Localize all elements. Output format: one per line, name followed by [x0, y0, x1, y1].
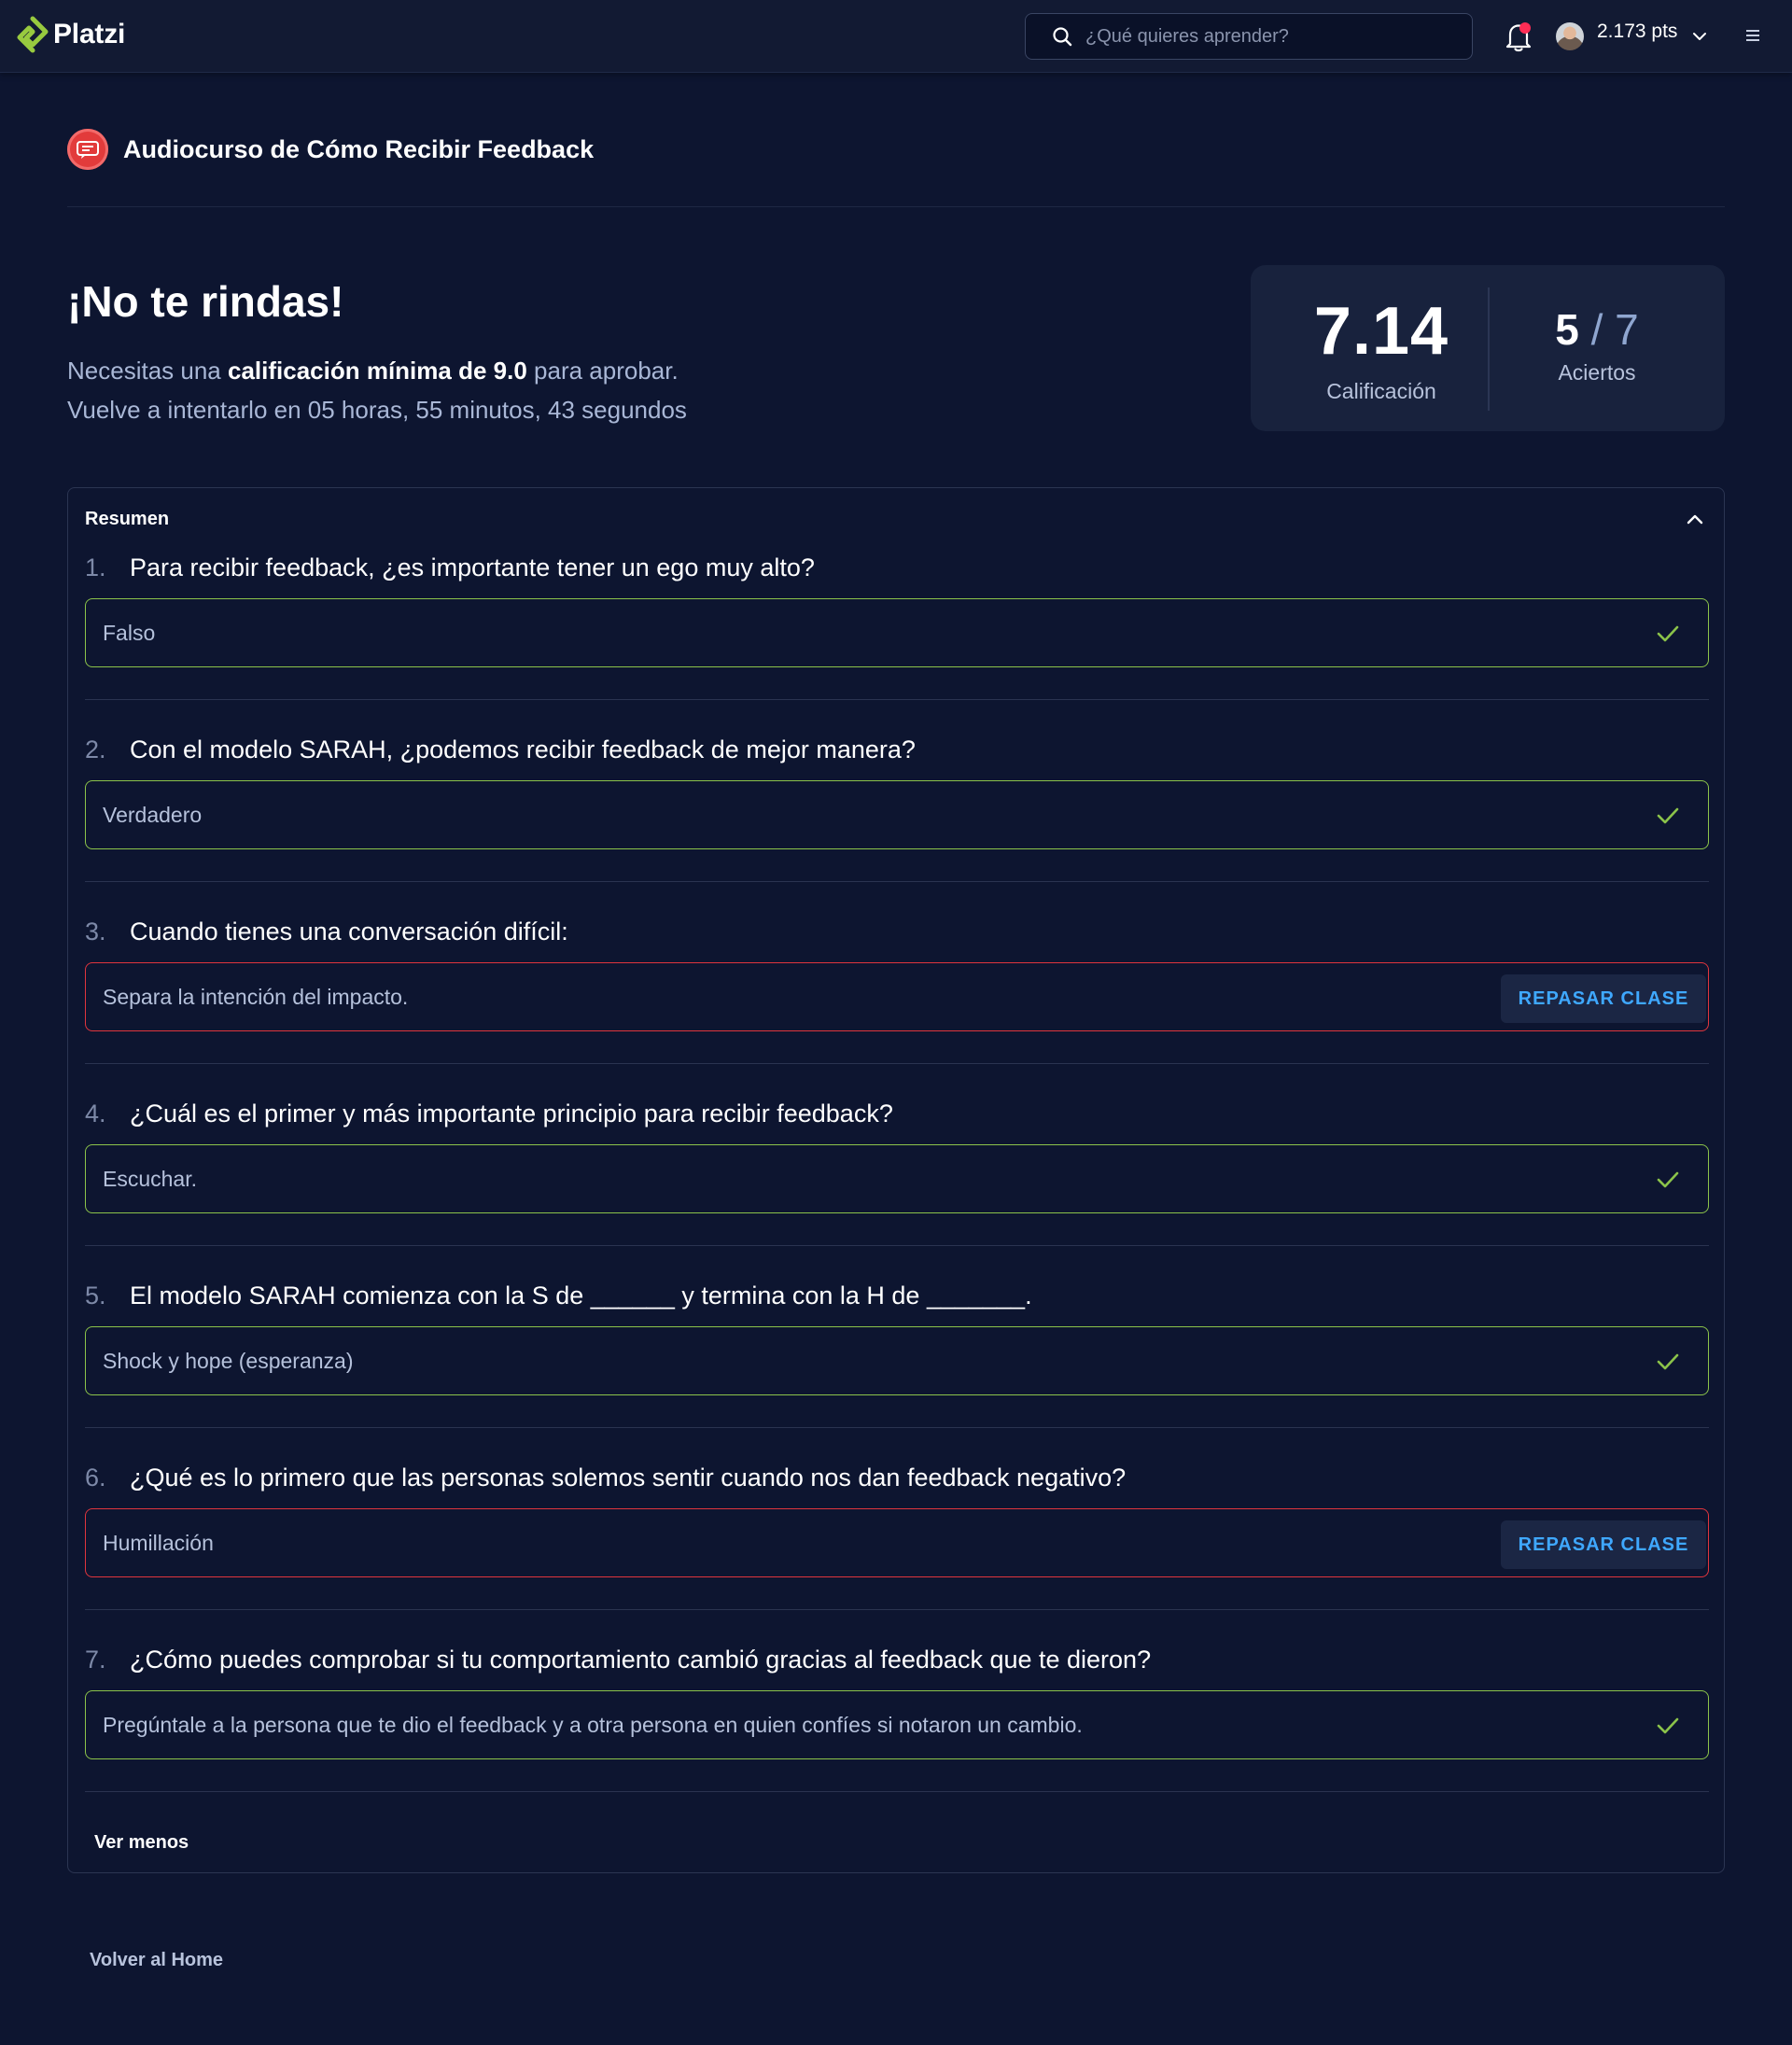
- answer-text: Pregúntale a la persona que te dio el fe…: [103, 1712, 1083, 1737]
- answer-correct: Verdadero: [85, 780, 1709, 849]
- search-icon: [1053, 27, 1072, 47]
- result-message: Necesitas una calificación mínima de 9.0…: [67, 351, 687, 429]
- check-icon: [1657, 1717, 1679, 1734]
- result-headline: ¡No te rindas!: [67, 277, 344, 326]
- question-text: 7. ¿Cómo puedes comprobar si tu comportam…: [85, 1646, 1152, 1674]
- divider: [85, 1791, 1709, 1792]
- chevron-down-icon[interactable]: [1691, 28, 1708, 45]
- answer-correct: Shock y hope (esperanza): [85, 1326, 1709, 1395]
- answer-text: Falso: [103, 620, 156, 645]
- search-box[interactable]: [1025, 13, 1473, 60]
- brand-name: Platzi: [53, 19, 126, 49]
- hamburger-menu-icon[interactable]: [1744, 26, 1761, 45]
- question-text: 6. ¿Qué es lo primero que las personas so…: [85, 1464, 1127, 1492]
- question-text: 2. Con el modelo SARAH, ¿podemos recibir …: [85, 735, 916, 763]
- answer-text: Verdadero: [103, 802, 203, 827]
- divider: [85, 1245, 1709, 1246]
- hits-value: 5 / 7: [1555, 305, 1639, 354]
- user-avatar[interactable]: [1556, 22, 1584, 50]
- summary-title: Resumen: [85, 509, 170, 529]
- answer-correct: Falso: [85, 598, 1709, 667]
- platzi-logo-icon: [17, 16, 49, 53]
- notification-badge: [1519, 22, 1531, 34]
- course-title[interactable]: Audiocurso de Cómo Recibir Feedback: [123, 135, 594, 164]
- answer-text: Shock y hope (esperanza): [103, 1348, 354, 1373]
- answer-wrong: Humillación REPASAR CLASE: [85, 1508, 1709, 1577]
- answer-wrong: Separa la intención del impacto. REPASAR…: [85, 962, 1709, 1031]
- answer-correct: Escuchar.: [85, 1144, 1709, 1213]
- score-card: 7.14 Calificación 5 / 7 Aciertos: [1251, 265, 1725, 431]
- grade-value: 7.14: [1313, 294, 1449, 369]
- feedback-emblem-icon: [77, 141, 99, 159]
- retry-countdown: Vuelve a intentarlo en 05 horas, 55 minu…: [67, 396, 687, 424]
- answer-correct: Pregúntale a la persona que te dio el fe…: [85, 1690, 1709, 1759]
- answer-text: Escuchar.: [103, 1166, 197, 1191]
- question-text: 1. Para recibir feedback, ¿es importante …: [85, 553, 815, 581]
- show-less-link[interactable]: Ver menos: [94, 1832, 189, 1854]
- hits-label: Aciertos: [1558, 360, 1636, 385]
- divider: [85, 1063, 1709, 1064]
- search-input[interactable]: [1085, 25, 1440, 48]
- minimum-grade: calificación mínima de 9.0: [227, 357, 527, 385]
- check-icon: [1657, 1353, 1679, 1370]
- back-to-home-link[interactable]: Volver al Home: [90, 1950, 223, 1971]
- answer-text: Separa la intención del impacto.: [103, 984, 409, 1009]
- summary-panel: Resumen 1. Para recibir feedback, ¿es imp…: [67, 487, 1725, 1873]
- divider: [85, 699, 1709, 700]
- check-icon: [1657, 625, 1679, 642]
- grade-label: Calificación: [1326, 379, 1436, 403]
- user-points[interactable]: 2.173 pts: [1597, 21, 1677, 43]
- question-text: 5. El modelo SARAH comienza con la S de _…: [85, 1282, 1032, 1310]
- divider: [85, 1609, 1709, 1610]
- check-icon: [1657, 807, 1679, 824]
- review-class-button[interactable]: REPASAR CLASE: [1501, 1520, 1706, 1569]
- review-class-button[interactable]: REPASAR CLASE: [1501, 974, 1706, 1023]
- requirement-text: Necesitas una calificación mínima de 9.0…: [67, 357, 679, 385]
- question-text: 4. ¿Cuál es el primer y más importante pr…: [85, 1100, 893, 1128]
- platzi-logo[interactable]: Platzi: [16, 16, 125, 53]
- chevron-up-icon[interactable]: [1685, 509, 1705, 529]
- divider: [67, 206, 1725, 207]
- answer-text: Humillación: [103, 1530, 214, 1555]
- check-icon: [1657, 1171, 1679, 1188]
- question-text: 3. Cuando tienes una conversación difícil…: [85, 917, 568, 945]
- divider: [85, 1427, 1709, 1428]
- course-header: Audiocurso de Cómo Recibir Feedback: [67, 127, 594, 172]
- course-badge-icon: [67, 129, 108, 170]
- top-navigation-bar: Platzi 2.173 pts: [0, 0, 1792, 73]
- divider: [85, 881, 1709, 882]
